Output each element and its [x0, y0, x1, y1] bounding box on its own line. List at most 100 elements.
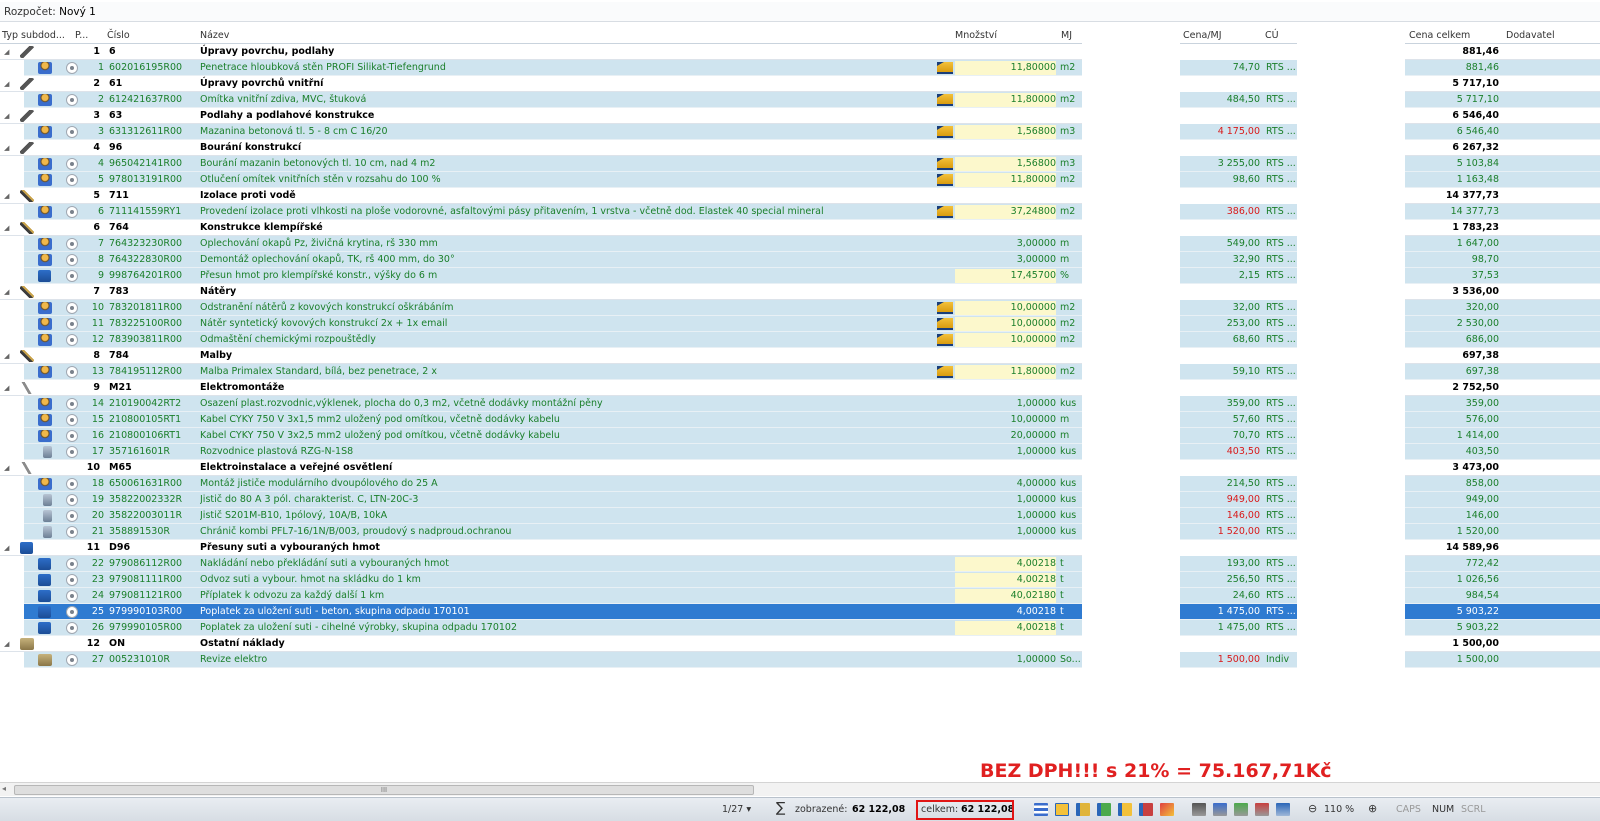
- row-status-indicator[interactable]: [66, 174, 78, 186]
- row-status-indicator[interactable]: [66, 366, 78, 378]
- item-unit-price[interactable]: 57,60: [1180, 412, 1260, 428]
- col-header-cislo[interactable]: Číslo: [107, 28, 130, 44]
- collapse-toggle-icon[interactable]: ◢: [4, 188, 14, 204]
- item-quantity[interactable]: 1,00000: [955, 396, 1056, 412]
- item-unit-price[interactable]: 24,60: [1180, 588, 1260, 604]
- col-header-p[interactable]: P...: [75, 28, 88, 44]
- edit-quantity-icon[interactable]: [937, 318, 953, 330]
- row-status-indicator[interactable]: [66, 494, 78, 506]
- row-status-indicator[interactable]: [66, 622, 78, 634]
- item-quantity[interactable]: 1,00000: [955, 444, 1056, 460]
- item-unit-price[interactable]: 1 500,00: [1180, 652, 1260, 668]
- edit-quantity-icon[interactable]: [937, 366, 953, 378]
- edit-quantity-icon[interactable]: [937, 174, 953, 186]
- edit-quantity-icon[interactable]: [937, 94, 953, 106]
- item-unit-price[interactable]: 359,00: [1180, 396, 1260, 412]
- item-quantity[interactable]: 4,00218: [955, 620, 1056, 636]
- item-quantity[interactable]: 1,56800: [955, 156, 1056, 172]
- item-quantity[interactable]: 20,00000: [955, 428, 1056, 444]
- row-status-indicator[interactable]: [66, 558, 78, 570]
- item-unit-price[interactable]: 386,00: [1180, 204, 1260, 220]
- edit-quantity-icon[interactable]: [937, 302, 953, 314]
- scroll-left-icon[interactable]: ◂: [2, 784, 6, 793]
- item-unit-price[interactable]: 214,50: [1180, 476, 1260, 492]
- item-quantity[interactable]: 11,80000: [955, 364, 1056, 380]
- collapse-toggle-icon[interactable]: ◢: [4, 460, 14, 476]
- collapse-toggle-icon[interactable]: ◢: [4, 140, 14, 156]
- sum-items-icon[interactable]: [1234, 803, 1248, 816]
- item-quantity[interactable]: 10,00000: [955, 300, 1056, 316]
- row-status-indicator[interactable]: [66, 126, 78, 138]
- row-status-indicator[interactable]: [66, 254, 78, 266]
- item-unit-price[interactable]: 403,50: [1180, 444, 1260, 460]
- item-unit-price[interactable]: 949,00: [1180, 492, 1260, 508]
- sum-filter-icon[interactable]: [1255, 803, 1269, 816]
- edit-quantity-icon[interactable]: [937, 158, 953, 170]
- collapse-toggle-icon[interactable]: ◢: [4, 108, 14, 124]
- item-unit-price[interactable]: 2,15: [1180, 268, 1260, 284]
- col-header-nazev[interactable]: Název: [200, 28, 229, 44]
- item-quantity[interactable]: 11,80000: [955, 172, 1056, 188]
- col-header-mnozstvi[interactable]: Množství: [955, 28, 997, 44]
- item-quantity[interactable]: 37,24800: [955, 204, 1056, 220]
- row-status-indicator[interactable]: [66, 318, 78, 330]
- sum-sections-icon[interactable]: [1213, 803, 1227, 816]
- item-unit-price[interactable]: 253,00: [1180, 316, 1260, 332]
- col-header-cenamj[interactable]: Cena/MJ: [1183, 28, 1222, 44]
- item-quantity[interactable]: 10,00000: [955, 332, 1056, 348]
- edit-quantity-icon[interactable]: [937, 334, 953, 346]
- col-header-mj[interactable]: MJ: [1061, 28, 1072, 44]
- item-quantity[interactable]: 11,80000: [955, 60, 1056, 76]
- edit-quantity-icon[interactable]: [937, 62, 953, 74]
- row-status-indicator[interactable]: [66, 510, 78, 522]
- row-status-indicator[interactable]: [66, 270, 78, 282]
- row-status-indicator[interactable]: [66, 62, 78, 74]
- item-quantity[interactable]: 3,00000: [955, 252, 1056, 268]
- row-status-indicator[interactable]: [66, 414, 78, 426]
- row-status-indicator[interactable]: [66, 574, 78, 586]
- zoom-in-icon[interactable]: ⊕: [1368, 802, 1377, 815]
- item-quantity[interactable]: 11,80000: [955, 92, 1056, 108]
- item-unit-price[interactable]: 3 255,00: [1180, 156, 1260, 172]
- level-view-icon[interactable]: [1097, 803, 1111, 816]
- collapse-toggle-icon[interactable]: ◢: [4, 76, 14, 92]
- item-unit-price[interactable]: 32,00: [1180, 300, 1260, 316]
- item-unit-price[interactable]: 1 475,00: [1180, 620, 1260, 636]
- page-counter[interactable]: 1/27 ▾: [722, 804, 751, 815]
- row-status-indicator[interactable]: [66, 302, 78, 314]
- detail-view-icon[interactable]: [1139, 803, 1153, 816]
- collapse-toggle-icon[interactable]: ◢: [4, 380, 14, 396]
- item-quantity[interactable]: 4,00218: [955, 572, 1056, 588]
- edit-quantity-icon[interactable]: [937, 126, 953, 138]
- item-unit-price[interactable]: 4 175,00: [1180, 124, 1260, 140]
- item-quantity[interactable]: 1,00000: [955, 492, 1056, 508]
- row-status-indicator[interactable]: [66, 526, 78, 538]
- row-status-indicator[interactable]: [66, 478, 78, 490]
- tree-view-icon[interactable]: [1055, 803, 1069, 816]
- item-quantity[interactable]: 4,00000: [955, 476, 1056, 492]
- export-icon[interactable]: [1276, 803, 1290, 816]
- col-header-dodavatel[interactable]: Dodavatel: [1506, 28, 1555, 44]
- row-status-indicator[interactable]: [66, 334, 78, 346]
- row-status-indicator[interactable]: [66, 446, 78, 458]
- item-quantity[interactable]: 1,00000: [955, 508, 1056, 524]
- collapse-toggle-icon[interactable]: ◢: [4, 540, 14, 556]
- item-unit-price[interactable]: 256,50: [1180, 572, 1260, 588]
- row-status-indicator[interactable]: [66, 606, 78, 618]
- item-quantity[interactable]: 10,00000: [955, 412, 1056, 428]
- item-quantity[interactable]: 4,00218: [955, 604, 1056, 620]
- row-status-indicator[interactable]: [66, 238, 78, 250]
- item-unit-price[interactable]: 1 475,00: [1180, 604, 1260, 620]
- row-status-indicator[interactable]: [66, 398, 78, 410]
- item-quantity[interactable]: 1,56800: [955, 124, 1056, 140]
- col-header-cu[interactable]: CÚ: [1265, 28, 1279, 44]
- item-quantity[interactable]: 40,02180: [955, 588, 1056, 604]
- row-status-indicator[interactable]: [66, 94, 78, 106]
- list-view-icon[interactable]: [1034, 803, 1048, 816]
- scrollbar-thumb[interactable]: III: [14, 785, 754, 795]
- item-quantity[interactable]: 1,00000: [955, 524, 1056, 540]
- zoom-out-icon[interactable]: ⊖: [1308, 802, 1317, 815]
- collapse-toggle-icon[interactable]: ◢: [4, 284, 14, 300]
- item-unit-price[interactable]: 74,70: [1180, 60, 1260, 76]
- item-unit-price[interactable]: 484,50: [1180, 92, 1260, 108]
